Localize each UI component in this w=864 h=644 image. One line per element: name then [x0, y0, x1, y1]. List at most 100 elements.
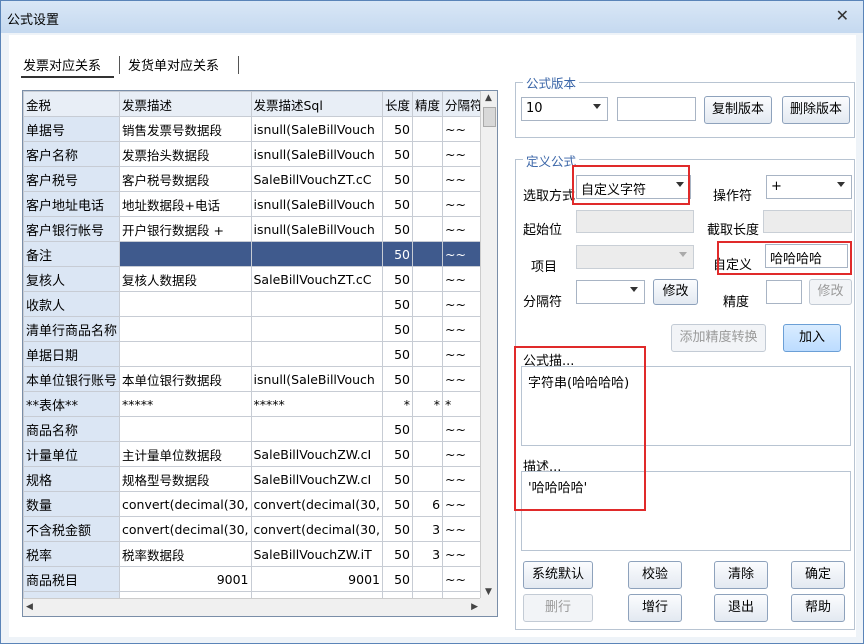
cell-field[interactable]: 税率 [23, 541, 121, 567]
table-row[interactable]: 商品名称50~~Fa [23, 416, 497, 442]
cell-precision[interactable] [411, 366, 444, 392]
cell-precision[interactable] [411, 241, 444, 267]
cell-sql[interactable] [250, 341, 383, 367]
column-header[interactable]: 长度 [381, 91, 414, 117]
cell-length[interactable]: 50 [381, 516, 414, 542]
table-row-selected[interactable]: 备注50~~Fa [23, 241, 497, 267]
cell-separator[interactable]: ~~ [442, 266, 486, 292]
tab-invoice-mapping[interactable]: 发票对应关系 [23, 55, 101, 74]
table-row[interactable]: 规格规格型号数据段SaleBillVouchZW.cI50~~Fa [23, 466, 497, 492]
cell-length[interactable]: 50 [381, 241, 414, 267]
table-row[interactable]: 商品税目9001900150~~Fa [23, 566, 497, 592]
version-name-input[interactable] [617, 97, 696, 121]
scroll-right-icon[interactable]: ▶ [471, 602, 478, 612]
cell-precision[interactable] [411, 116, 444, 142]
cell-separator[interactable]: ~~ [442, 516, 486, 542]
table-row[interactable]: 不含税金额 convert(decimal(30, convert(decimal(… [23, 516, 497, 542]
ok-button[interactable]: 确定 [791, 561, 845, 589]
table-row[interactable]: 税率税率数据段SaleBillVouchZW.iT503~~Tru [23, 541, 497, 567]
cell-field[interactable]: **表体** [23, 391, 121, 417]
table-row[interactable]: **表体**************** [23, 391, 497, 417]
cell-description[interactable] [119, 341, 252, 367]
table-row[interactable]: 收款人50~~Fa [23, 291, 497, 317]
cell-separator[interactable]: ~~ [442, 241, 486, 267]
cell-separator[interactable]: ~~ [442, 566, 486, 592]
cell-sql[interactable] [250, 316, 383, 342]
cell-description[interactable]: ***** [119, 391, 252, 417]
table-row[interactable]: 计量单位主计量单位数据段SaleBillVouchZW.cI50~~Fa [23, 441, 497, 467]
vertical-scrollbar[interactable]: ▲ ▼ [480, 91, 497, 599]
help-button[interactable]: 帮助 [791, 594, 845, 622]
column-header[interactable]: 分隔符 [442, 91, 486, 117]
cell-separator[interactable]: ~~ [442, 166, 486, 192]
cell-precision[interactable] [411, 166, 444, 192]
cell-sql[interactable]: isnull(SaleBillVouch [250, 141, 383, 167]
cell-field[interactable]: 客户银行帐号 [23, 216, 121, 242]
close-icon[interactable]: ✕ [836, 6, 849, 25]
cell-precision[interactable]: 6 [411, 491, 444, 517]
cell-field[interactable]: 单据号 [23, 116, 121, 142]
start-position-input[interactable] [576, 210, 694, 233]
cell-length[interactable]: 50 [381, 541, 414, 567]
cell-field[interactable]: 计量单位 [23, 441, 121, 467]
cell-sql[interactable]: 9001 [250, 566, 383, 592]
separator-dropdown[interactable] [576, 280, 645, 304]
cell-description[interactable]: 本单位银行数据段 [119, 366, 252, 392]
cell-length[interactable]: 50 [381, 491, 414, 517]
cell-precision[interactable]: 3 [411, 516, 444, 542]
item-dropdown[interactable] [576, 245, 694, 269]
cell-precision[interactable] [411, 466, 444, 492]
cell-separator[interactable]: ~~ [442, 191, 486, 217]
cell-field[interactable]: 规格 [23, 466, 121, 492]
cell-field[interactable]: 本单位银行账号 [23, 366, 121, 392]
cell-precision[interactable] [411, 291, 444, 317]
table-row[interactable]: 客户名称发票抬头数据段isnull(SaleBillVouch50~~Fa [23, 141, 497, 167]
cell-description[interactable]: 税率数据段 [119, 541, 252, 567]
separator-modify-button[interactable]: 修改 [653, 279, 698, 305]
column-header[interactable]: 金税 [23, 91, 121, 117]
column-header[interactable]: 发票描述 [119, 91, 252, 117]
cell-field[interactable]: 商品税目 [23, 566, 121, 592]
cell-length[interactable]: * [381, 391, 414, 417]
cell-description[interactable]: 客户税号数据段 [119, 166, 252, 192]
operator-dropdown[interactable]: + [766, 175, 852, 199]
cell-description[interactable]: 复核人数据段 [119, 266, 252, 292]
cell-length[interactable]: 50 [381, 291, 414, 317]
table-row[interactable]: 单据号销售发票号数据段isnull(SaleBillVouch50~~Fa [23, 116, 497, 142]
cell-precision[interactable]: * [411, 391, 444, 417]
cell-description[interactable]: 发票抬头数据段 [119, 141, 252, 167]
cell-precision[interactable] [411, 141, 444, 167]
cell-field[interactable]: 不含税金额 [23, 516, 121, 542]
length-input[interactable] [763, 210, 852, 233]
horizontal-scrollbar[interactable]: ◀ ▶ [23, 598, 481, 616]
cell-sql[interactable] [250, 291, 383, 317]
cell-field[interactable]: 客户税号 [23, 166, 121, 192]
table-row[interactable]: 复核人复核人数据段SaleBillVouchZT.cC50~~Fa [23, 266, 497, 292]
cell-precision[interactable] [411, 341, 444, 367]
cell-description[interactable]: convert(decimal(30, [119, 516, 252, 542]
cell-length[interactable]: 50 [381, 566, 414, 592]
cell-separator[interactable]: ~~ [442, 291, 486, 317]
cell-separator[interactable]: ~~ [442, 541, 486, 567]
delete-row-button[interactable]: 删行 [523, 594, 593, 622]
cell-description[interactable]: 主计量单位数据段 [119, 441, 252, 467]
table-row[interactable]: 数量 convert(decimal(30, convert(decimal(30,… [23, 491, 497, 517]
cell-precision[interactable] [411, 416, 444, 442]
cell-description[interactable]: 开户银行数据段 + [119, 216, 252, 242]
scroll-down-icon[interactable]: ▼ [485, 587, 492, 597]
cell-sql[interactable]: isnull(SaleBillVouch [250, 216, 383, 242]
cell-length[interactable]: 50 [381, 416, 414, 442]
clear-button[interactable]: 清除 [714, 561, 768, 589]
cell-length[interactable]: 50 [381, 316, 414, 342]
verify-button[interactable]: 校验 [628, 561, 682, 589]
exit-button[interactable]: 退出 [714, 594, 768, 622]
cell-separator[interactable]: ~~ [442, 416, 486, 442]
cell-length[interactable]: 50 [381, 441, 414, 467]
cell-sql[interactable]: isnull(SaleBillVouch [250, 191, 383, 217]
copy-version-button[interactable]: 复制版本 [704, 96, 772, 124]
cell-description[interactable] [119, 241, 252, 267]
cell-description[interactable] [119, 316, 252, 342]
cell-field[interactable]: 备注 [23, 241, 121, 267]
cell-sql[interactable]: isnull(SaleBillVouch [250, 366, 383, 392]
mapping-grid[interactable]: 金税发票描述发票描述Sql长度精度分隔符小 单据号销售发票号数据段isnull(… [22, 90, 498, 617]
